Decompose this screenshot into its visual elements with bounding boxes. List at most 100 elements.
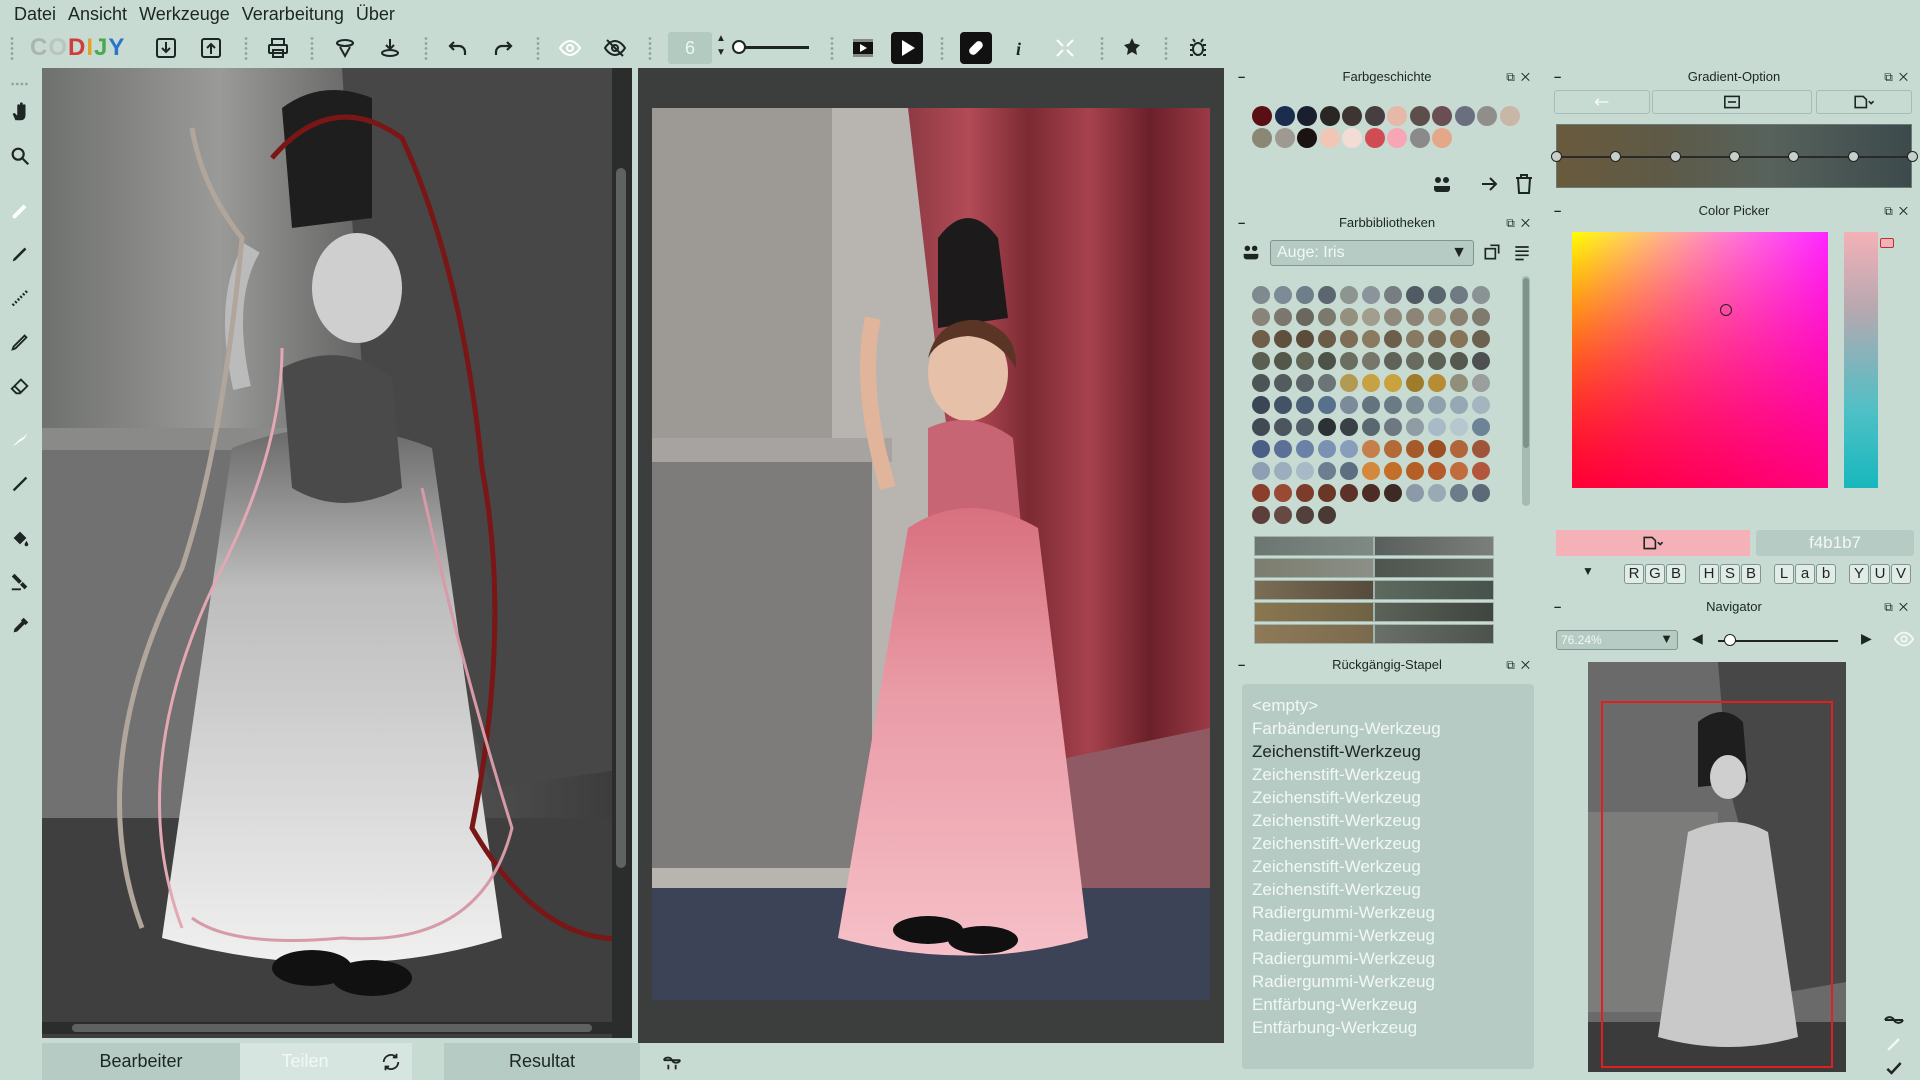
dotted-pen-icon[interactable]: [6, 284, 34, 312]
library-swatch[interactable]: [1428, 462, 1446, 480]
link-icon[interactable]: [960, 32, 992, 64]
stamp-icon[interactable]: [6, 568, 34, 596]
zoom-slider-knob[interactable]: [1724, 634, 1736, 646]
color-mode-toggle[interactable]: b: [1816, 564, 1836, 584]
library-swatch[interactable]: [1318, 462, 1336, 480]
line-icon[interactable]: [6, 470, 34, 498]
pencil-icon[interactable]: [6, 328, 34, 356]
library-swatch[interactable]: [1252, 330, 1270, 348]
settings-icon[interactable]: [1116, 32, 1148, 64]
library-swatch[interactable]: [1274, 418, 1292, 436]
arrow-right-icon[interactable]: [1477, 172, 1501, 196]
library-gradient[interactable]: [1374, 624, 1494, 644]
library-swatch[interactable]: [1428, 396, 1446, 414]
library-swatch[interactable]: [1252, 484, 1270, 502]
undo-item[interactable]: Zeichenstift-Werkzeug: [1252, 809, 1534, 832]
current-color-swatch[interactable]: [1556, 530, 1750, 556]
menu-file[interactable]: Datei: [8, 0, 62, 28]
library-swatch[interactable]: [1362, 440, 1380, 458]
library-swatch[interactable]: [1274, 286, 1292, 304]
library-swatch[interactable]: [1406, 418, 1424, 436]
gradient-stop[interactable]: [1669, 151, 1681, 162]
library-swatch[interactable]: [1450, 286, 1468, 304]
tab-result[interactable]: Resultat: [444, 1043, 640, 1080]
navigator-thumbnail[interactable]: [1588, 662, 1846, 1072]
undo-item[interactable]: Radiergummi-Werkzeug: [1252, 970, 1534, 993]
library-swatch[interactable]: [1384, 352, 1402, 370]
undo-item[interactable]: Radiergummi-Werkzeug: [1252, 947, 1534, 970]
brush-size-input[interactable]: 6: [668, 32, 712, 64]
library-swatch[interactable]: [1274, 506, 1292, 524]
export-icon[interactable]: [195, 32, 227, 64]
library-swatch[interactable]: [1406, 308, 1424, 326]
compare-icon[interactable]: [650, 1043, 694, 1080]
library-swatch[interactable]: [1274, 484, 1292, 502]
saturation-field[interactable]: [1572, 232, 1828, 488]
library-swatch[interactable]: [1450, 308, 1468, 326]
history-swatch[interactable]: [1477, 106, 1497, 126]
hue-slider-handle[interactable]: [1880, 238, 1894, 248]
library-swatch[interactable]: [1252, 352, 1270, 370]
library-swatch[interactable]: [1428, 330, 1446, 348]
library-swatch[interactable]: [1472, 440, 1490, 458]
library-swatch[interactable]: [1318, 484, 1336, 502]
color-mode-toggle[interactable]: L: [1774, 564, 1794, 584]
library-swatch[interactable]: [1406, 330, 1424, 348]
history-swatch[interactable]: [1387, 128, 1407, 148]
brush-size-slider[interactable]: [735, 46, 809, 49]
library-swatch[interactable]: [1252, 396, 1270, 414]
history-swatch[interactable]: [1274, 128, 1295, 148]
library-dropdown[interactable]: Auge: Iris ▼: [1270, 240, 1474, 266]
color-mode-toggle[interactable]: Y: [1849, 564, 1869, 584]
history-swatch[interactable]: [1432, 128, 1452, 148]
info-icon[interactable]: i: [1004, 32, 1036, 64]
colorize-tool-icon[interactable]: [329, 32, 361, 64]
library-swatch[interactable]: [1296, 396, 1314, 414]
color-mode-toggle[interactable]: a: [1795, 564, 1815, 584]
zoom-slider[interactable]: [1718, 640, 1838, 642]
library-swatch[interactable]: [1296, 484, 1314, 502]
library-swatch[interactable]: [1340, 308, 1358, 326]
swap-icon[interactable]: [370, 1043, 412, 1080]
menu-tools[interactable]: Werkzeuge: [133, 0, 236, 28]
library-swatch[interactable]: [1406, 286, 1424, 304]
compare-icon[interactable]: [1882, 1010, 1906, 1030]
zoom-in-icon[interactable]: ▶: [1861, 630, 1872, 647]
library-gradient[interactable]: [1254, 536, 1374, 556]
hide-eye-icon[interactable]: [599, 32, 631, 64]
palette-icon[interactable]: [1430, 172, 1454, 196]
library-swatch[interactable]: [1296, 308, 1314, 326]
dots-icon[interactable]: [6, 70, 34, 98]
library-swatch[interactable]: [1406, 374, 1424, 392]
undo-item[interactable]: Farbänderung-Werkzeug: [1252, 717, 1534, 740]
result-canvas[interactable]: [638, 68, 1224, 1043]
library-swatch[interactable]: [1428, 352, 1446, 370]
library-swatch[interactable]: [1362, 374, 1380, 392]
library-swatch[interactable]: [1472, 462, 1490, 480]
library-swatch[interactable]: [1428, 308, 1446, 326]
library-swatch[interactable]: [1450, 440, 1468, 458]
hand-icon[interactable]: [6, 98, 34, 126]
library-swatch[interactable]: [1296, 374, 1314, 392]
library-swatch[interactable]: [1472, 484, 1490, 502]
library-swatch[interactable]: [1274, 374, 1292, 392]
library-swatch[interactable]: [1428, 484, 1446, 502]
gradient-stop[interactable]: [1907, 151, 1918, 162]
undo-item[interactable]: Zeichenstift-Werkzeug: [1252, 832, 1534, 855]
library-swatch[interactable]: [1362, 286, 1380, 304]
library-swatch[interactable]: [1384, 440, 1402, 458]
trash-icon[interactable]: [1512, 172, 1536, 196]
library-swatch[interactable]: [1472, 286, 1490, 304]
library-swatch[interactable]: [1472, 308, 1490, 326]
library-swatch[interactable]: [1428, 286, 1446, 304]
library-swatch[interactable]: [1274, 440, 1292, 458]
library-swatch[interactable]: [1406, 352, 1424, 370]
undo-icon[interactable]: [442, 32, 474, 64]
library-gradient[interactable]: [1254, 558, 1374, 578]
color-mode-toggle[interactable]: S: [1720, 564, 1740, 584]
history-swatch[interactable]: [1252, 106, 1272, 126]
library-gradient[interactable]: [1254, 602, 1374, 622]
library-swatch[interactable]: [1406, 440, 1424, 458]
history-swatch[interactable]: [1409, 128, 1430, 148]
library-swatch[interactable]: [1384, 418, 1402, 436]
